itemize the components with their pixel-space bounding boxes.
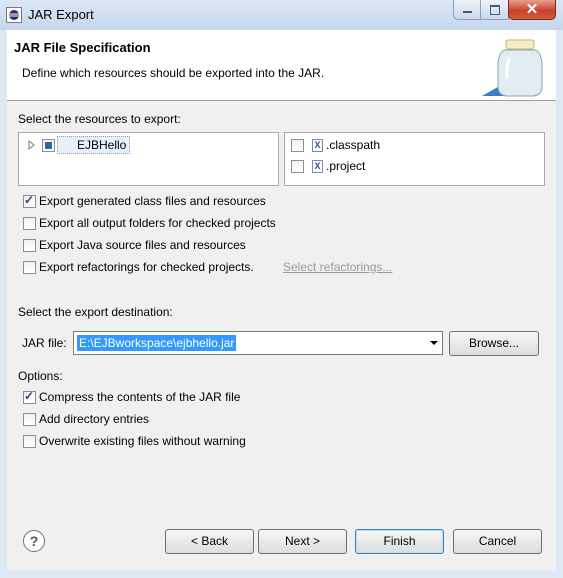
file-checkbox-classpath[interactable]: [291, 139, 304, 152]
export-java-source-checkbox[interactable]: [23, 239, 36, 252]
destination-label: Select the export destination:: [18, 305, 173, 319]
export-output-folders-checkbox[interactable]: [23, 217, 36, 230]
xml-file-icon: X: [312, 160, 323, 173]
jar-icon: [482, 39, 543, 97]
browse-button[interactable]: Browse...: [449, 331, 539, 356]
jar-file-combo[interactable]: E:\EJBworkspace\ejbhello.jar: [73, 331, 443, 355]
page-description: Define which resources should be exporte…: [22, 66, 325, 80]
window-title: JAR Export: [28, 7, 94, 22]
close-icon: ✕: [525, 1, 539, 18]
directory-entries-label: Add directory entries: [39, 412, 150, 426]
jar-file-label: JAR file:: [22, 336, 67, 350]
directory-entries-checkbox[interactable]: [23, 413, 36, 426]
file-list[interactable]: [284, 132, 545, 186]
maximize-button[interactable]: [480, 0, 509, 20]
xml-file-icon: X: [312, 139, 323, 152]
select-refactorings-link[interactable]: Select refactorings...: [283, 260, 392, 274]
jar-file-input[interactable]: E:\EJBworkspace\ejbhello.jar: [77, 335, 237, 351]
overwrite-label: Overwrite existing files without warning: [39, 434, 246, 448]
dropdown-arrow-icon[interactable]: [430, 341, 438, 345]
overwrite-checkbox[interactable]: [23, 435, 36, 448]
compress-checkbox[interactable]: [23, 389, 36, 404]
export-output-folders-label: Export all output folders for checked pr…: [39, 216, 276, 230]
export-class-files-checkbox[interactable]: [23, 193, 36, 208]
export-class-files-label: Export generated class files and resourc…: [39, 194, 266, 208]
eclipse-app-icon: [6, 7, 22, 23]
expand-arrow-icon[interactable]: [28, 140, 36, 150]
export-java-source-label: Export Java source files and resources: [39, 238, 246, 252]
tree-item-label: EJBHello: [77, 138, 127, 152]
file-checkbox-project[interactable]: [291, 160, 304, 173]
next-button[interactable]: Next >: [258, 529, 347, 554]
file-label-classpath: .classpath: [326, 138, 381, 152]
finish-button[interactable]: Finish: [355, 529, 444, 554]
resources-label: Select the resources to export:: [18, 112, 181, 126]
export-refactorings-checkbox[interactable]: [23, 261, 36, 274]
tree-item-ejbhello[interactable]: EJBHello: [57, 136, 131, 154]
page-title: JAR File Specification: [14, 40, 151, 55]
export-refactorings-label: Export refactorings for checked projects…: [39, 260, 254, 274]
back-button[interactable]: < Back: [165, 529, 254, 554]
options-label: Options:: [18, 369, 63, 383]
help-icon[interactable]: ?: [23, 530, 45, 552]
cancel-button[interactable]: Cancel: [453, 529, 542, 554]
minimize-button[interactable]: [453, 0, 481, 20]
tree-item-checkbox[interactable]: [42, 139, 55, 152]
file-label-project: .project: [326, 159, 366, 173]
close-button[interactable]: ✕: [508, 0, 556, 20]
compress-label: Compress the contents of the JAR file: [39, 390, 241, 404]
